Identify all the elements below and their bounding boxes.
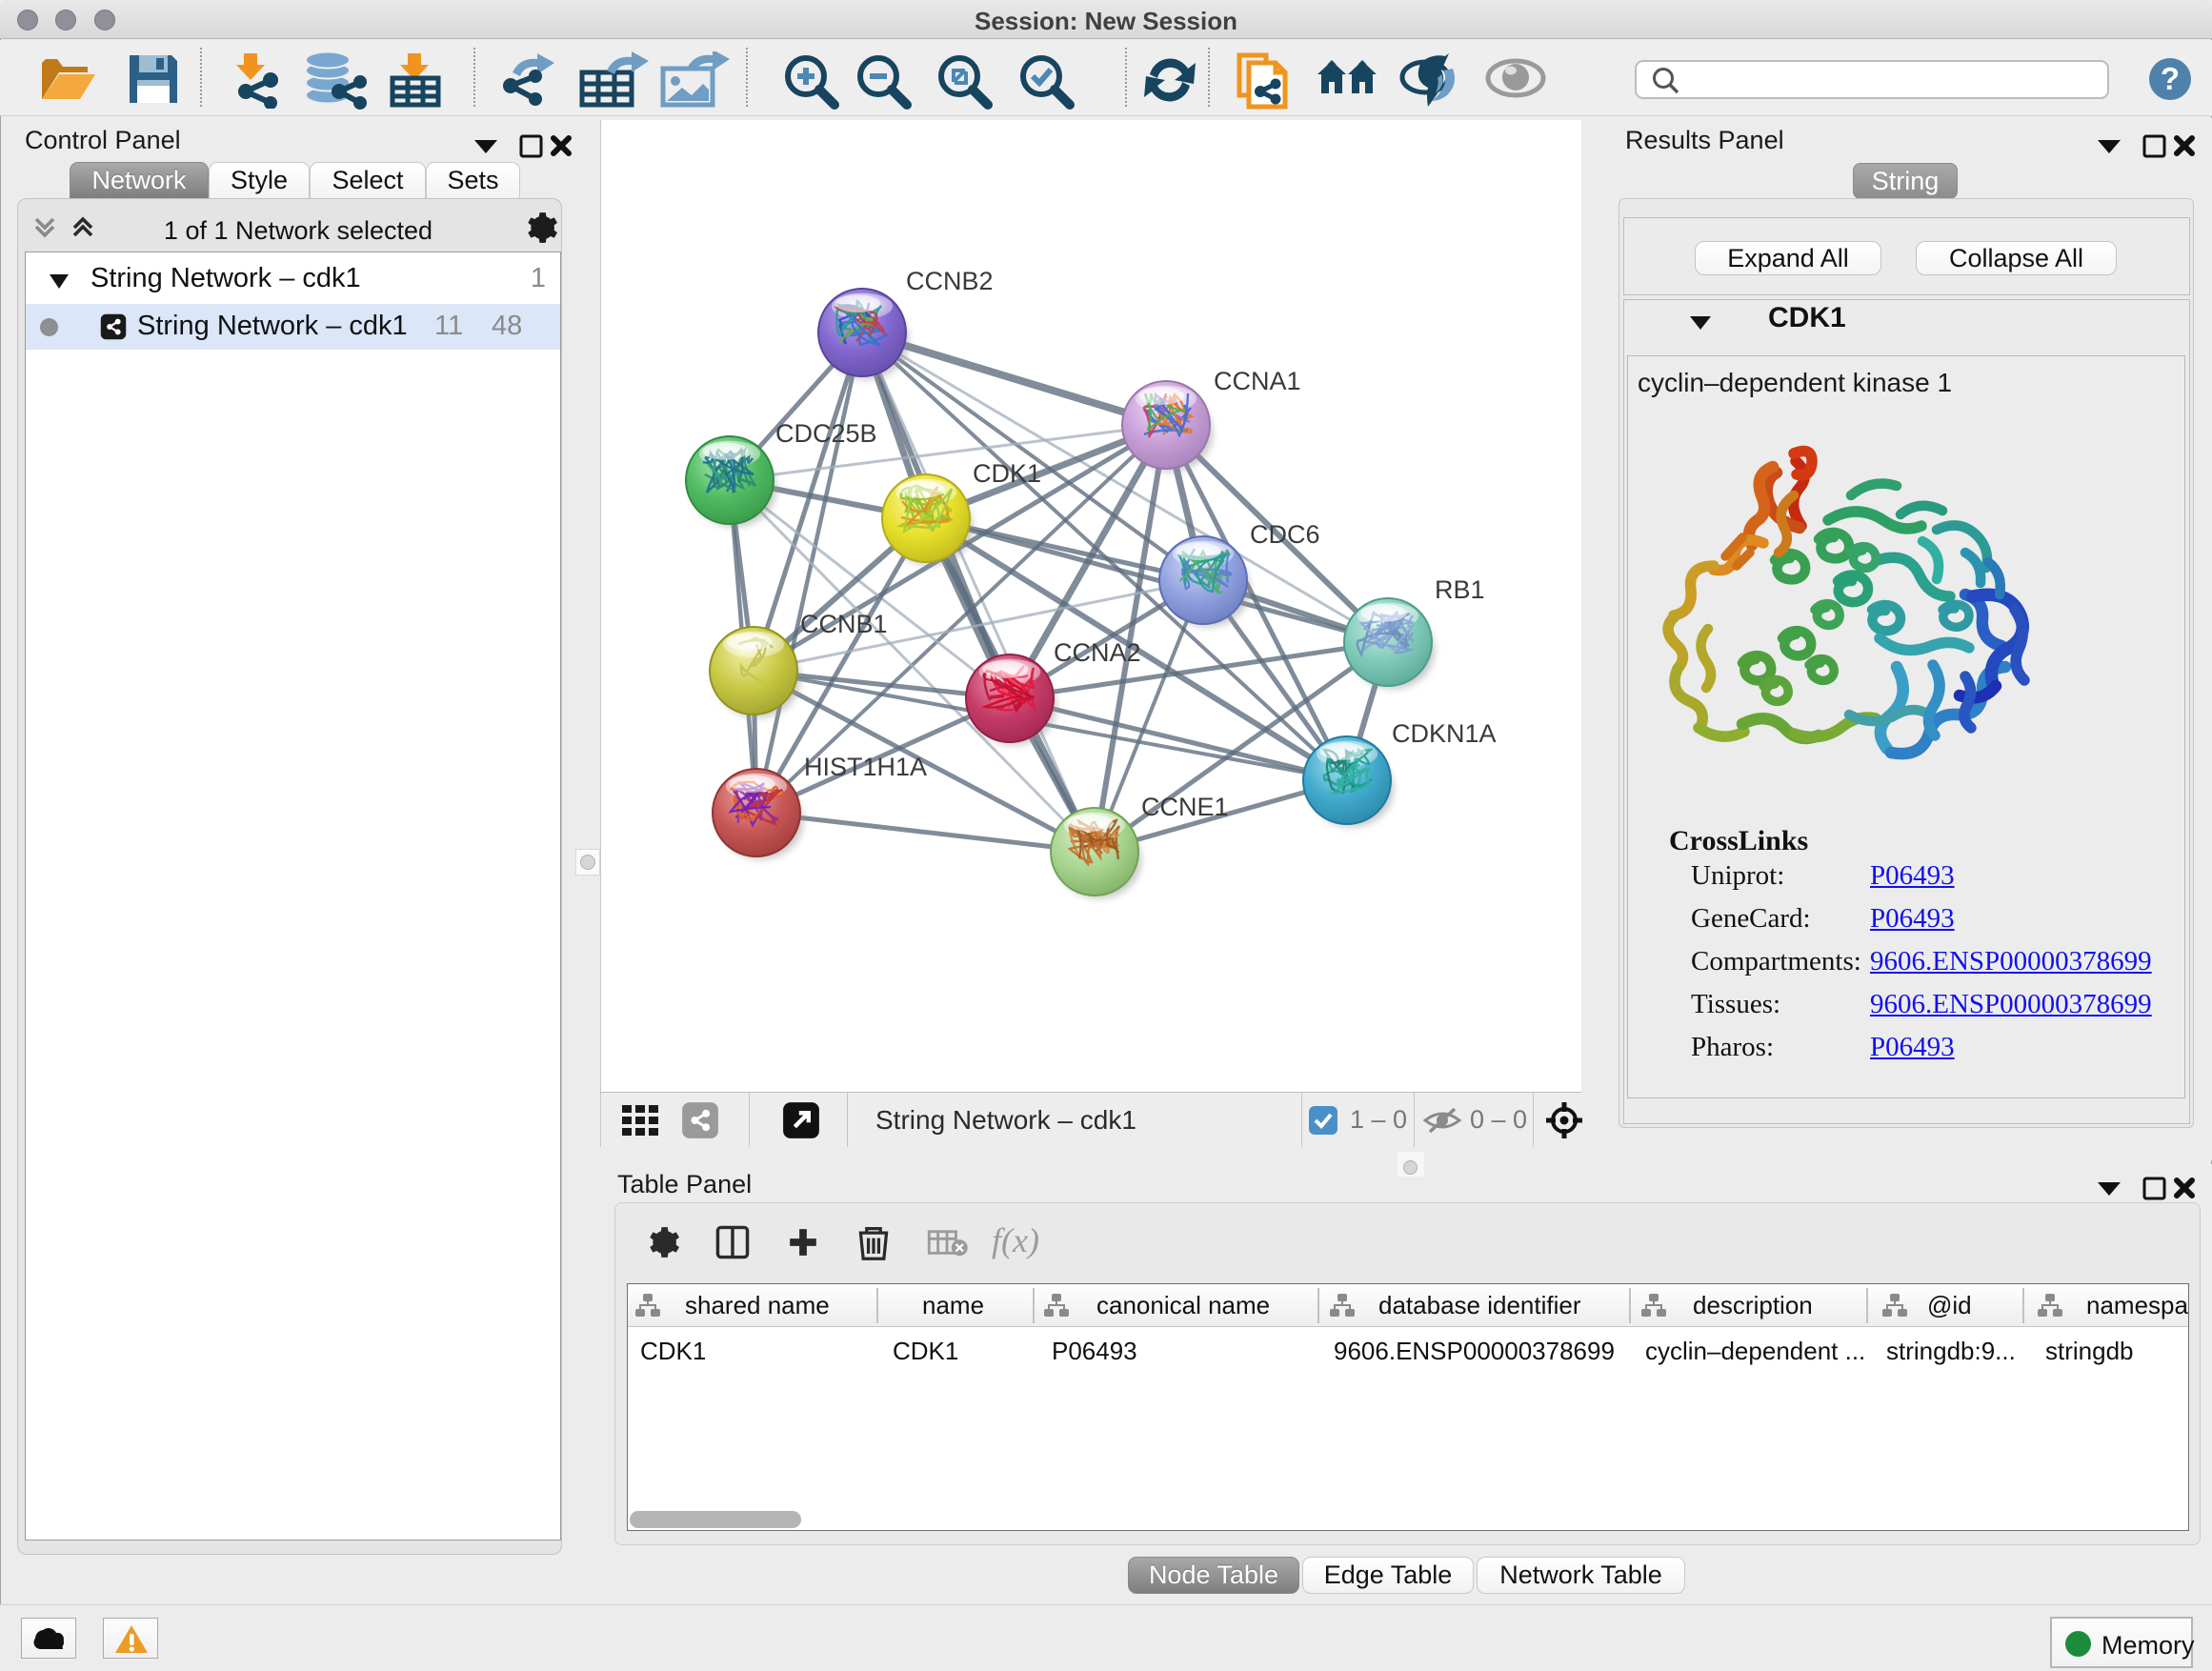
svg-text:CDC6: CDC6 xyxy=(1250,520,1320,549)
svg-text:canonical name: canonical name xyxy=(1096,1291,1270,1319)
svg-text:CCNE1: CCNE1 xyxy=(1141,793,1229,821)
svg-text:CCNB1: CCNB1 xyxy=(800,610,888,638)
svg-text:CCNA2: CCNA2 xyxy=(1054,638,1141,667)
svg-text:CDKN1A: CDKN1A xyxy=(1392,719,1497,748)
svg-text:RB1: RB1 xyxy=(1435,575,1485,604)
svg-text:name: name xyxy=(922,1291,984,1319)
svg-text:CDK1: CDK1 xyxy=(973,459,1041,488)
svg-text:CCNA1: CCNA1 xyxy=(1214,367,1301,395)
svg-text:shared name: shared name xyxy=(685,1291,830,1319)
svg-text:?: ? xyxy=(2161,61,2180,96)
svg-text:description: description xyxy=(1693,1291,1813,1319)
svg-text:CDC25B: CDC25B xyxy=(775,419,877,448)
svg-text:HIST1H1A: HIST1H1A xyxy=(804,753,927,781)
svg-text:database identifier: database identifier xyxy=(1378,1291,1581,1319)
svg-text:CCNB2: CCNB2 xyxy=(906,267,994,295)
svg-text:@id: @id xyxy=(1927,1291,1972,1319)
svg-text:namespac: namespac xyxy=(2086,1291,2188,1319)
